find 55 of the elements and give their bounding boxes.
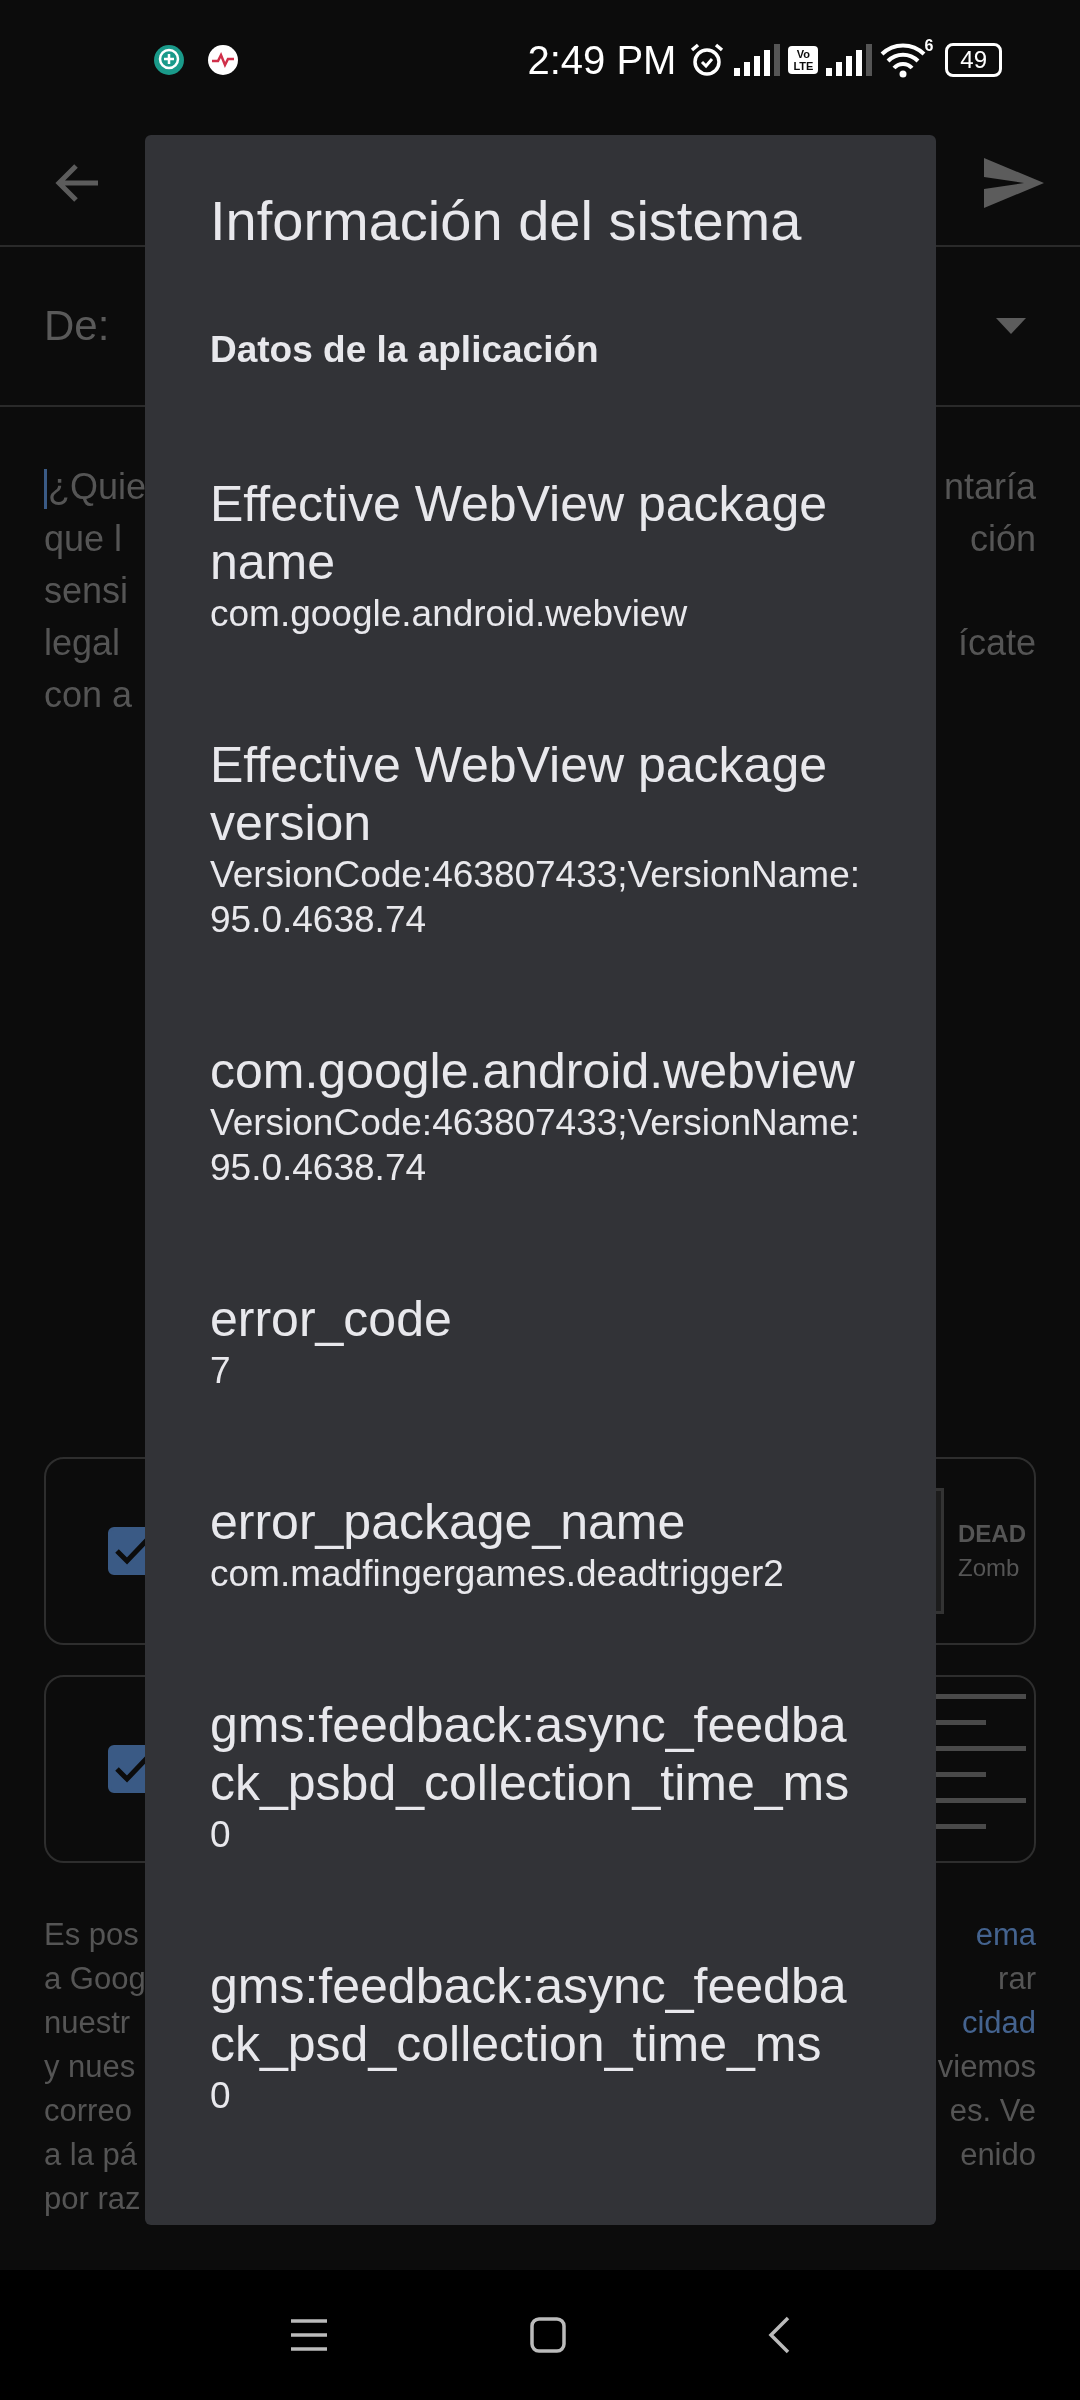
pulse-icon bbox=[206, 43, 240, 77]
info-value: 7 bbox=[210, 1349, 232, 1393]
info-value: 0 bbox=[210, 1813, 232, 1857]
dialog-title: Información del sistema bbox=[209, 188, 803, 254]
message-text: que l bbox=[44, 517, 123, 561]
disclaimer-text: por raz bbox=[44, 2180, 141, 2218]
info-label: gms:feedback:async_feedback_psbd_collection_time_ms bbox=[210, 1696, 851, 1812]
message-text: ¿Quie bbox=[44, 461, 147, 513]
home-square-icon[interactable] bbox=[529, 2316, 567, 2354]
message-text: ntaría bbox=[943, 465, 1036, 509]
info-label: Effective WebView package name bbox=[210, 475, 829, 591]
disclaimer-text: Es pos bbox=[44, 1916, 139, 1954]
wifi-band-label: 6 bbox=[924, 37, 934, 55]
app-name-text: Zomb bbox=[958, 1553, 1021, 1583]
disclaimer-text: y nues bbox=[44, 2048, 136, 2086]
app-name-text: DEAD bbox=[958, 1519, 1026, 1549]
disclaimer-text: a la pá bbox=[44, 2136, 138, 2174]
info-value: VersionCode:463807433;VersionName:95.0.4638.74 bbox=[210, 853, 861, 942]
message-text: legal bbox=[44, 621, 121, 665]
info-label: com.google.android.webview bbox=[210, 1042, 856, 1100]
volte-badge: Vo LTE bbox=[788, 46, 819, 74]
disclaimer-link[interactable]: cidad bbox=[961, 2001, 1036, 2045]
info-label: error_code bbox=[210, 1290, 453, 1348]
back-chevron-icon[interactable] bbox=[767, 2315, 791, 2355]
signal-icon bbox=[826, 44, 873, 76]
disclaimer-link[interactable]: ema bbox=[975, 1913, 1036, 1957]
disclaimer-text: es. Ve bbox=[949, 2092, 1036, 2130]
disclaimer-text: correo bbox=[44, 2092, 132, 2130]
battery-icon: 49 bbox=[945, 43, 1002, 77]
disclaimer-text: a Goog bbox=[44, 1960, 146, 1998]
disclaimer-text: nuestr bbox=[44, 2004, 131, 2042]
message-text: sensi bbox=[44, 569, 129, 613]
disclaimer-text: viemos bbox=[937, 2048, 1036, 2086]
info-value: 0 bbox=[210, 2074, 232, 2118]
chat-plus-icon bbox=[152, 43, 186, 77]
info-value: com.google.android.webview bbox=[210, 592, 689, 636]
message-text: ícate bbox=[957, 621, 1036, 665]
info-value: VersionCode:463807433;VersionName:95.0.4638.74 bbox=[210, 1101, 861, 1190]
clock-time: 2:49 PM bbox=[527, 37, 677, 83]
disclaimer-text: enido bbox=[960, 2136, 1036, 2174]
message-text: con a bbox=[44, 673, 133, 717]
info-label: Effective WebView package version bbox=[210, 736, 829, 852]
message-text: ción bbox=[969, 517, 1036, 561]
section-header: Datos de la aplicación bbox=[210, 328, 600, 372]
dropdown-caret-icon[interactable] bbox=[996, 318, 1026, 334]
back-arrow-icon[interactable] bbox=[54, 162, 100, 203]
info-label: gms:feedback:async_feedback_psd_collection_time_ms bbox=[210, 1957, 848, 2073]
menu-icon[interactable] bbox=[289, 2318, 329, 2352]
from-label: De: bbox=[44, 302, 110, 350]
send-icon[interactable] bbox=[984, 157, 1044, 208]
signal-icon bbox=[734, 44, 781, 76]
wifi-icon bbox=[880, 42, 927, 78]
info-value: com.madfingergames.deadtrigger2 bbox=[210, 1552, 785, 1596]
disclaimer-text: rar bbox=[998, 1960, 1036, 1998]
info-label: error_package_name bbox=[210, 1493, 687, 1551]
